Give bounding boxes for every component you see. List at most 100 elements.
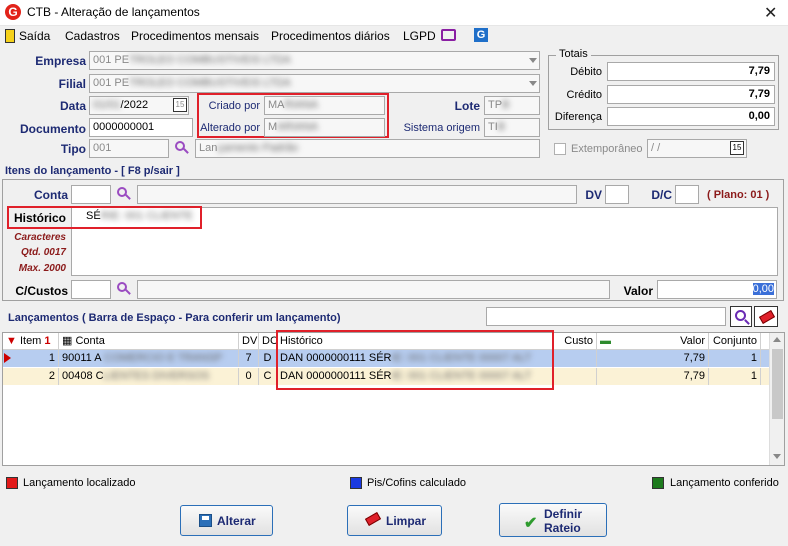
- scroll-down-icon[interactable]: [773, 454, 781, 459]
- legend-green-swatch: [652, 477, 664, 489]
- exit-door-icon: [5, 29, 15, 43]
- scroll-thumb[interactable]: [772, 349, 783, 419]
- cell-dc: D: [259, 350, 277, 367]
- extemporaneo-checkbox[interactable]: [554, 143, 566, 155]
- filial-select[interactable]: 001 PETROLEO COMBUSTIVEIS LTDA: [89, 74, 540, 93]
- col-dv[interactable]: DV: [239, 333, 259, 350]
- filial-label: Filial: [58, 77, 86, 91]
- cell-conta: 00408 CLIENTES DIVERSOS: [59, 368, 239, 385]
- col-valor[interactable]: ▬ Valor: [597, 333, 709, 350]
- credito-value: 7,79: [607, 85, 775, 104]
- conta-label: Conta: [34, 188, 68, 202]
- search-button[interactable]: [730, 306, 752, 327]
- conta-input[interactable]: [71, 185, 111, 204]
- chevron-down-icon: [529, 81, 537, 86]
- col-item[interactable]: ▼ Item 1: [3, 333, 59, 350]
- sistema-input: TIB: [484, 118, 540, 137]
- checkmark-icon: ✔: [524, 515, 538, 532]
- cell-item: 1: [3, 350, 59, 367]
- search-icon[interactable]: [116, 187, 131, 201]
- lancamentos-search-input[interactable]: [486, 307, 726, 326]
- alterado-label: Alterado por: [200, 122, 260, 134]
- search-icon[interactable]: [174, 141, 189, 155]
- empresa-select[interactable]: 001 PETROLEO COMBUSTIVEIS LTDA: [89, 51, 540, 70]
- monitor-icon[interactable]: [441, 29, 456, 41]
- grid-icon: ▦: [62, 335, 73, 347]
- cell-dv: 0: [239, 368, 259, 385]
- lancamentos-title: Lançamentos ( Barra de Espaço - Para con…: [8, 312, 341, 324]
- historico-label: Histórico: [13, 211, 66, 225]
- debito-label: Débito: [570, 66, 602, 78]
- conta-description: [137, 185, 577, 204]
- scroll-up-icon[interactable]: [773, 337, 781, 342]
- menu-saida[interactable]: Saída: [19, 29, 50, 43]
- qtd-label: Qtd. 0017: [20, 247, 66, 258]
- legend-blue-swatch: [350, 477, 362, 489]
- tipo-description: Lançamento Padrão: [195, 139, 540, 158]
- limpar-label: Limpar: [386, 514, 427, 528]
- valor-label: Valor: [623, 284, 653, 298]
- col-dc[interactable]: DC: [259, 333, 277, 350]
- tipo-input[interactable]: 001: [89, 139, 169, 158]
- dv-label: DV: [585, 188, 602, 202]
- max-label: Max. 2000: [18, 263, 66, 274]
- legend-pis: Pis/Cofins calculado: [367, 477, 467, 489]
- caracteres-label: Caracteres: [14, 232, 66, 243]
- empresa-label: Empresa: [35, 54, 86, 68]
- tipo-label: Tipo: [60, 142, 86, 156]
- chevron-down-icon: [529, 58, 537, 63]
- data-input[interactable]: 01/01/2022 15: [89, 96, 189, 115]
- brand-icon[interactable]: G: [474, 28, 488, 42]
- ccustos-description: [137, 280, 610, 299]
- eraser-icon: [364, 512, 382, 526]
- menu-lgpd[interactable]: LGPD: [403, 29, 436, 43]
- cell-item: 2: [3, 368, 59, 385]
- money-icon: ▬: [600, 335, 611, 347]
- menu-procedimentos-diarios[interactable]: Procedimentos diários: [271, 29, 390, 43]
- credito-label: Crédito: [566, 89, 602, 101]
- calendar-icon[interactable]: 15: [173, 98, 187, 112]
- extemporaneo-label: Extemporâneo: [571, 143, 643, 155]
- alterar-button[interactable]: Alterar: [180, 505, 273, 536]
- lote-input: TPB: [484, 96, 540, 115]
- calendar-icon[interactable]: 15: [730, 141, 744, 155]
- dc-input[interactable]: [675, 185, 699, 204]
- criado-label: Criado por: [208, 100, 260, 112]
- diferenca-value: 0,00: [607, 107, 775, 126]
- valor-input[interactable]: 0,00: [657, 280, 777, 299]
- ccustos-input[interactable]: [71, 280, 111, 299]
- menu-procedimentos-mensais[interactable]: Procedimentos mensais: [131, 29, 259, 43]
- itens-title: Itens do lançamento - [ F8 p/sair ]: [5, 165, 180, 177]
- documento-input[interactable]: 0000000001: [89, 118, 193, 137]
- search-icon[interactable]: [116, 282, 131, 296]
- data-label: Data: [59, 99, 86, 113]
- menu-cadastros[interactable]: Cadastros: [65, 29, 120, 43]
- col-conta[interactable]: ▦ Conta: [59, 333, 239, 350]
- cell-valor: 7,79: [597, 368, 709, 385]
- legend-red-swatch: [6, 477, 18, 489]
- plano-label: ( Plano: 01 ): [707, 189, 770, 201]
- app-logo-icon: G: [5, 4, 21, 20]
- diferenca-label: Diferença: [554, 111, 602, 123]
- alterado-input: MARIANA: [264, 118, 385, 137]
- save-disk-icon: [199, 514, 212, 527]
- cell-dc: C: [259, 368, 277, 385]
- historico-column-highlight: [276, 330, 554, 390]
- cell-conta: 90011 A COMERCIO E TRANSP: [59, 350, 239, 367]
- totais-title: Totais: [556, 48, 591, 60]
- limpar-button[interactable]: Limpar: [347, 505, 442, 536]
- cell-conjunto: 1: [709, 350, 761, 367]
- eraser-button[interactable]: [754, 306, 778, 327]
- rateio-label: Rateio: [544, 521, 581, 535]
- definir-label: Definir: [544, 507, 583, 521]
- window-title: CTB - Alteração de lançamentos: [27, 5, 200, 19]
- sistema-label: Sistema origem: [403, 122, 480, 134]
- vertical-scrollbar[interactable]: [769, 333, 784, 465]
- historico-value: SÉRIE: 001 CLIENTE: [86, 210, 194, 222]
- legend-localizado: Lançamento localizado: [23, 477, 136, 489]
- col-conjunto[interactable]: Conjunto: [709, 333, 761, 350]
- dv-input[interactable]: [605, 185, 629, 204]
- close-icon[interactable]: ✕: [764, 3, 777, 23]
- menu-bar: Saída Cadastros Procedimentos mensais Pr…: [0, 26, 788, 46]
- definir-rateio-button[interactable]: ✔ Definir Rateio: [499, 503, 607, 537]
